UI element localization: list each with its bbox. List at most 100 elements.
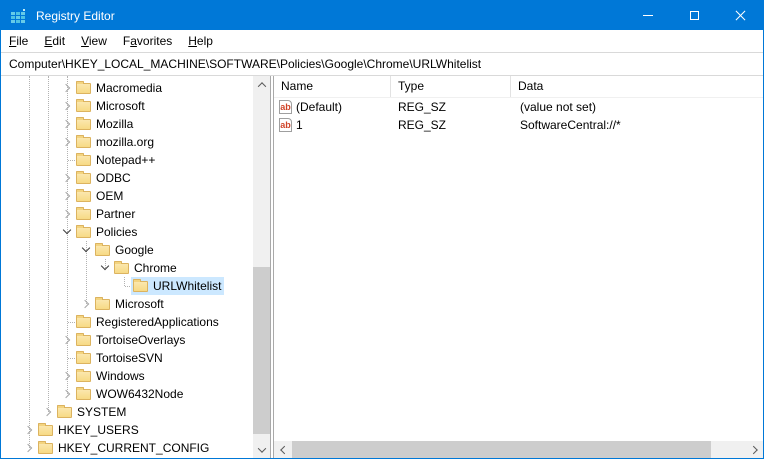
tree-item[interactable]: Mozilla — [1, 115, 253, 133]
tree-node[interactable]: Google — [93, 241, 157, 259]
tree-item[interactable]: URLWhitelist — [1, 277, 253, 295]
expand-chevron-icon[interactable] — [79, 243, 93, 257]
expand-chevron-icon[interactable] — [22, 441, 36, 455]
tree-node[interactable]: RegisteredApplications — [74, 313, 222, 331]
menu-item-view[interactable]: View — [73, 30, 115, 52]
expand-chevron-icon[interactable] — [60, 225, 74, 239]
minimize-button[interactable] — [625, 1, 671, 30]
folder-icon — [76, 335, 91, 346]
tree-node[interactable]: WOW6432Node — [74, 385, 186, 403]
tree-item[interactable]: OEM — [1, 187, 253, 205]
expand-chevron-icon — [60, 315, 74, 329]
tree-vertical-scrollbar[interactable] — [253, 76, 270, 458]
tree-item[interactable]: HKEY_CURRENT_CONFIG — [1, 439, 253, 457]
tree-node[interactable]: Notepad++ — [74, 151, 158, 169]
tree-indent — [1, 250, 79, 251]
tree-item[interactable]: RegisteredApplications — [1, 313, 253, 331]
title-bar[interactable]: Registry Editor — [1, 1, 763, 30]
tree-node[interactable]: SYSTEM — [55, 403, 129, 421]
tree-item[interactable]: Microsoft — [1, 97, 253, 115]
tree-node[interactable]: OEM — [74, 187, 126, 205]
registry-editor-app-icon[interactable] — [10, 8, 27, 24]
tree-node[interactable]: Mozilla — [74, 115, 136, 133]
tree-item[interactable]: TortoiseSVN — [1, 349, 253, 367]
menu-item-file[interactable]: File — [1, 30, 36, 52]
tree-node[interactable]: Microsoft — [93, 295, 167, 313]
tree-node[interactable]: mozilla.org — [74, 133, 157, 151]
column-header-data[interactable]: Data — [511, 76, 763, 97]
menu-item-help[interactable]: Help — [180, 30, 221, 52]
tree-node[interactable]: Macromedia — [74, 79, 165, 97]
close-button[interactable] — [717, 1, 763, 30]
tree-scrollbar-track[interactable] — [253, 93, 270, 441]
tree-node[interactable]: ODBC — [74, 169, 134, 187]
menu-item-favorites[interactable]: Favorites — [115, 30, 180, 52]
expand-chevron-icon[interactable] — [60, 333, 74, 347]
tree-indent — [1, 376, 60, 377]
tree-node[interactable]: TortoiseOverlays — [74, 331, 188, 349]
tree-node[interactable]: Chrome — [112, 259, 180, 277]
expand-chevron-icon[interactable] — [60, 81, 74, 95]
tree-item[interactable]: mozilla.org — [1, 133, 253, 151]
expand-chevron-icon[interactable] — [60, 135, 74, 149]
menu-item-edit[interactable]: Edit — [36, 30, 73, 52]
expand-chevron-icon[interactable] — [41, 405, 55, 419]
values-horizontal-scrollbar[interactable] — [274, 441, 763, 458]
expand-chevron-icon[interactable] — [60, 171, 74, 185]
folder-icon — [76, 389, 91, 400]
tree-item[interactable]: Chrome — [1, 259, 253, 277]
tree-item[interactable]: TortoiseOverlays — [1, 331, 253, 349]
tree-item[interactable]: SYSTEM — [1, 403, 253, 421]
tree-scrollbar-thumb[interactable] — [253, 267, 270, 434]
tree-item[interactable]: Notepad++ — [1, 151, 253, 169]
maximize-button[interactable] — [671, 1, 717, 30]
expand-chevron-icon[interactable] — [22, 423, 36, 437]
scroll-up-button[interactable] — [253, 76, 270, 93]
expand-chevron-icon[interactable] — [60, 387, 74, 401]
column-header-name[interactable]: Name — [274, 76, 391, 97]
values-scrollbar-track[interactable] — [291, 441, 746, 458]
folder-icon — [76, 119, 91, 130]
tree-item[interactable]: Windows — [1, 367, 253, 385]
address-path: Computer\HKEY_LOCAL_MACHINE\SOFTWARE\Pol… — [9, 57, 481, 71]
tree-item[interactable]: Policies — [1, 223, 253, 241]
tree-node[interactable]: Windows — [74, 367, 148, 385]
registry-value-row[interactable]: ab (Default) REG_SZ (value not set) — [274, 98, 763, 116]
tree-node[interactable]: Microsoft — [74, 97, 148, 115]
folder-icon — [76, 227, 91, 238]
scroll-right-button[interactable] — [746, 441, 763, 458]
expand-chevron-icon[interactable] — [98, 261, 112, 275]
tree-item[interactable]: WOW6432Node — [1, 385, 253, 403]
tree-node[interactable]: TortoiseSVN — [74, 349, 166, 367]
expand-chevron-icon[interactable] — [60, 369, 74, 383]
tree-item[interactable]: ODBC — [1, 169, 253, 187]
tree-node[interactable]: Policies — [74, 223, 140, 241]
tree-item[interactable]: Microsoft — [1, 295, 253, 313]
address-bar[interactable]: Computer\HKEY_LOCAL_MACHINE\SOFTWARE\Pol… — [1, 52, 763, 76]
tree-item[interactable]: HKEY_USERS — [1, 421, 253, 439]
column-header-type[interactable]: Type — [391, 76, 511, 97]
tree-indent — [1, 358, 60, 359]
tree-node[interactable]: HKEY_CURRENT_CONFIG — [36, 439, 212, 457]
tree-item[interactable]: Macromedia — [1, 79, 253, 97]
expand-chevron-icon[interactable] — [60, 189, 74, 203]
expand-chevron-icon[interactable] — [79, 297, 93, 311]
tree-node[interactable]: URLWhitelist — [131, 277, 224, 295]
tree-item-label: OEM — [96, 189, 123, 203]
expand-chevron-icon[interactable] — [60, 207, 74, 221]
scroll-left-button[interactable] — [274, 441, 291, 458]
tree-node[interactable]: HKEY_USERS — [36, 421, 142, 439]
scroll-down-button[interactable] — [253, 441, 270, 458]
tree-indent — [1, 88, 60, 89]
expand-chevron-icon[interactable] — [60, 117, 74, 131]
tree-item[interactable]: Partner — [1, 205, 253, 223]
expand-chevron-icon — [60, 153, 74, 167]
tree-item-label: Notepad++ — [96, 153, 155, 167]
expand-chevron-icon[interactable] — [60, 99, 74, 113]
tree-node[interactable]: Partner — [74, 205, 138, 223]
tree-item[interactable]: Google — [1, 241, 253, 259]
folder-icon — [57, 407, 72, 418]
value-name-cell: ab 1 — [274, 118, 391, 132]
values-scrollbar-thumb[interactable] — [292, 441, 711, 458]
registry-value-row[interactable]: ab 1 REG_SZ SoftwareCentral://* — [274, 116, 763, 134]
